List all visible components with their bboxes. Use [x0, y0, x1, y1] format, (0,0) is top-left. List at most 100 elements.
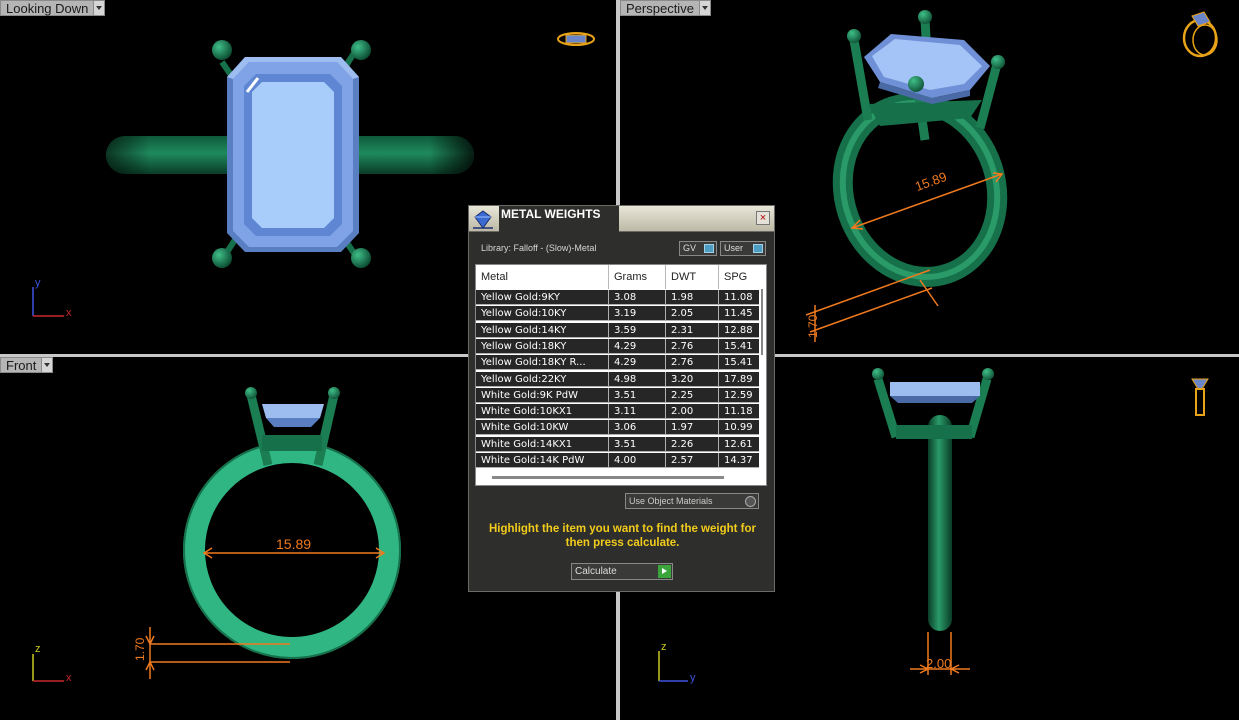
dimension-label-diameter: 15.89 [276, 536, 312, 552]
viewport-menu-front[interactable]: Front [0, 357, 54, 373]
use-object-materials-option[interactable]: Use Object Materials [625, 493, 759, 509]
cell-dwt: 1.98 [666, 290, 719, 305]
table-row[interactable]: Yellow Gold:22KY 4.98 3.20 17.89 [476, 371, 760, 387]
dialog-titlebar[interactable]: METAL WEIGHTS × [469, 206, 774, 232]
cell-metal: White Gold:10KX1 [476, 404, 609, 420]
axis-label-z: z [661, 641, 667, 653]
cell-grams: 3.19 [609, 306, 666, 322]
column-header-spg[interactable]: SPG [719, 265, 760, 289]
view-nav-icon[interactable] [1191, 378, 1209, 416]
cell-dwt: 2.31 [666, 322, 719, 338]
viewport-label: Perspective [620, 0, 700, 16]
cell-grams: 4.29 [609, 355, 666, 371]
cell-metal: Yellow Gold:22KY [476, 371, 609, 387]
calculate-label: Calculate [575, 566, 617, 577]
cell-spg: 10.99 [724, 422, 753, 434]
table-row[interactable]: White Gold:10KW 3.06 1.97 10.99 [476, 420, 760, 436]
cell-grams: 4.00 [609, 453, 666, 468]
table-row[interactable]: Yellow Gold:10KY 3.19 2.05 11.45 [476, 306, 760, 322]
table-row[interactable]: White Gold:14K PdW 4.00 2.57 14.37 [476, 453, 760, 468]
chevron-down-icon[interactable] [699, 0, 711, 16]
close-icon[interactable]: × [756, 211, 770, 225]
cell-metal: White Gold:10KW [476, 420, 609, 436]
column-header-grams[interactable]: Grams [609, 265, 666, 289]
cell-spg: 12.88 [724, 324, 753, 336]
cell-spg: 11.18 [724, 406, 753, 418]
horizontal-scrollbar[interactable] [492, 476, 724, 479]
cell-grams: 4.29 [609, 338, 666, 354]
column-header-dwt[interactable]: DWT [666, 265, 719, 289]
cell-spg: 14.37 [724, 455, 753, 466]
table-row[interactable]: White Gold:14KX1 3.51 2.26 12.61 [476, 436, 760, 452]
viewport-label: Front [0, 357, 43, 373]
instruction-text: Highlight the item you want to find the … [488, 523, 757, 549]
toggle-knob-icon [753, 244, 763, 253]
table-row[interactable]: White Gold:10KX1 3.11 2.00 11.18 [476, 404, 760, 420]
cell-dwt: 2.26 [666, 436, 719, 452]
viewport-menu-looking-down[interactable]: Looking Down [0, 0, 106, 16]
ring-shank [928, 415, 952, 631]
axis-triad [32, 287, 64, 317]
dimension-label-band: 1.70 [806, 314, 820, 338]
prong [245, 387, 257, 399]
cell-metal: Yellow Gold:9KY [476, 290, 609, 305]
prong [212, 40, 232, 60]
play-arrow-icon[interactable] [658, 565, 671, 578]
cell-dwt: 2.00 [666, 404, 719, 420]
dialog-title: METAL WEIGHTS [499, 206, 619, 232]
prong [212, 248, 232, 268]
table-row[interactable]: Yellow Gold:9KY 3.08 1.98 11.08 [476, 290, 760, 305]
cell-dwt: 1.97 [666, 420, 719, 436]
chevron-down-icon[interactable] [42, 357, 54, 373]
cell-dwt: 2.57 [666, 453, 719, 468]
cell-metal: Yellow Gold:18KY [476, 338, 609, 354]
table-row[interactable]: White Gold:9K PdW 3.51 2.25 12.59 [476, 387, 760, 403]
cell-metal: Yellow Gold:14KY [476, 322, 609, 338]
axis-triad [32, 654, 64, 682]
viewport-menu-perspective[interactable]: Perspective [620, 0, 711, 16]
view-nav-icon[interactable] [1182, 11, 1218, 58]
cell-spg: 17.89 [724, 373, 753, 385]
gv-toggle[interactable]: GV [679, 241, 717, 256]
axis-triad [658, 651, 688, 682]
calculate-button[interactable]: Calculate [571, 563, 673, 580]
cell-spg: 12.61 [724, 438, 753, 450]
vertical-scrollbar[interactable] [759, 287, 765, 483]
viewport-label: Looking Down [0, 0, 95, 16]
cell-metal: White Gold:14KX1 [476, 436, 609, 452]
axis-label-x: x [66, 307, 72, 319]
cell-grams: 3.11 [609, 404, 666, 420]
cell-spg: 11.08 [724, 292, 753, 303]
table-row[interactable]: Yellow Gold:18KY R... 4.29 2.76 15.41 [476, 355, 760, 371]
prong [872, 368, 884, 380]
cell-grams: 3.51 [609, 436, 666, 452]
dimension-label-band-width: 2.00 [926, 656, 952, 671]
chevron-down-icon[interactable] [94, 0, 106, 16]
cell-grams: 3.08 [609, 290, 666, 305]
user-toggle[interactable]: User [720, 241, 766, 256]
cell-spg: 15.41 [724, 357, 753, 369]
view-nav-icon[interactable] [557, 32, 595, 46]
axis-label-y: y [690, 672, 696, 684]
cell-dwt: 2.76 [666, 355, 719, 371]
prong [328, 387, 340, 399]
cell-grams: 3.06 [609, 420, 666, 436]
table-header: Metal Grams DWT SPG [476, 265, 760, 289]
cell-metal: Yellow Gold:18KY R... [476, 355, 609, 371]
radio-icon[interactable] [745, 496, 756, 507]
gv-toggle-label: GV [683, 243, 697, 253]
library-label: Library: Falloff - (Slow)-Metal [481, 243, 597, 253]
table-row[interactable]: Yellow Gold:18KY 4.29 2.76 15.41 [476, 338, 760, 354]
column-header-metal[interactable]: Metal [476, 265, 609, 289]
cell-spg: 12.59 [724, 389, 753, 401]
cell-metal: Yellow Gold:10KY [476, 306, 609, 322]
scroll-thumb[interactable] [761, 289, 763, 355]
table-row[interactable]: Yellow Gold:14KY 3.59 2.31 12.88 [476, 322, 760, 338]
cell-metal: White Gold:14K PdW [476, 453, 609, 468]
emerald-cut-gem [262, 404, 324, 427]
emerald-cut-gem [864, 34, 990, 104]
toggle-knob-icon [704, 244, 714, 253]
metal-weights-dialog: METAL WEIGHTS × Library: Falloff - (Slow… [468, 205, 775, 592]
prong [847, 29, 861, 43]
use-object-materials-label: Use Object Materials [629, 496, 713, 506]
